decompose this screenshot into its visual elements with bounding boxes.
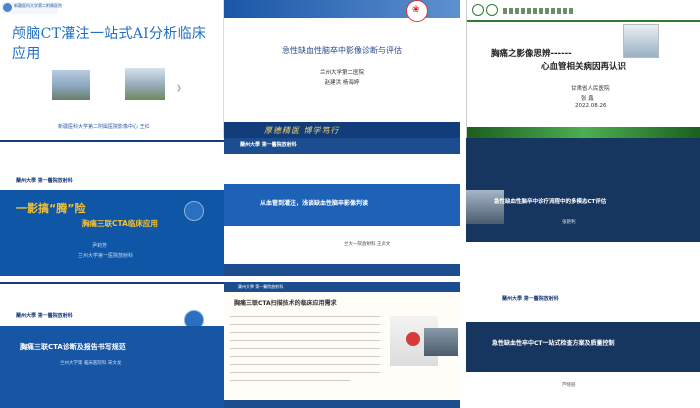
- slide-footer-band: [224, 122, 460, 138]
- slide-title: 颅脑CT灌注一站式AI分析临床应用: [12, 26, 207, 62]
- slide-author: 张艳利: [562, 220, 576, 225]
- slide-title: 急性缺血性脑卒中影像诊断与评估: [282, 46, 402, 55]
- slide-footer-band: [224, 264, 460, 276]
- heart-icon: [406, 332, 420, 346]
- text-line: [230, 324, 380, 325]
- video-conference-gallery: 新疆医科大学第二附属医院 颅脑CT灌注一站式AI分析临床应用 ❯ 新疆医科大学第…: [0, 0, 700, 408]
- slide-title-line1: 胸痛之影像思辨------: [491, 49, 572, 59]
- participant-tile-8[interactable]: 蘭州大學 第一醫院放射科 胸痛三联CTA扫描技术的临床应用需求: [224, 282, 460, 408]
- participant-tile-7[interactable]: 蘭州大學 第一醫院放射科 胸痛三联CTA诊断及报告书写规范 兰州大学第 临床医院…: [0, 282, 224, 408]
- slide-title: 胸痛三联CTA诊断及报告书写规范: [20, 343, 126, 351]
- participant-tile-3[interactable]: 胸痛之影像思辨------ 心血管相关病因再认识 甘肃省人民医院 张 鑫 202…: [466, 0, 700, 138]
- arrow-right-icon: ❯: [176, 84, 182, 92]
- slide-author: 兰州大学第 临床医院科 宋文龙: [60, 361, 122, 366]
- participant-tile-4[interactable]: 蘭州大學 第一醫院放射科 一影搞“腾”险 胸痛三联CTA临床应用 尹莉芳 兰州大…: [0, 140, 224, 276]
- slide-authors: 赵建洪 杨海婷: [324, 80, 360, 86]
- department-logo: 蘭州大學 第一醫院放射科: [16, 178, 73, 184]
- slide-footer-band: [224, 400, 460, 408]
- text-line: [230, 364, 380, 365]
- slide-header: [0, 282, 224, 304]
- university-emblem-icon: ❀: [406, 0, 428, 22]
- participant-tile-6[interactable]: 急性缺血性脑卒中诊疗流程中的多模态CT评估 张艳利: [466, 138, 700, 276]
- slide-subtitle: 胸痛三联CTA临床应用: [82, 219, 158, 228]
- slide-title-band: [466, 322, 700, 372]
- slide-footer-band: [467, 127, 700, 138]
- text-line: [230, 372, 380, 373]
- header-decoration: [503, 8, 573, 14]
- department-logo: 蘭州大學 第一醫院放射科: [238, 284, 284, 289]
- decor-circle-icon: [184, 201, 204, 221]
- participant-tile-5[interactable]: 蘭州大學 第一醫院放射科 从血管到灌注，浅谈缺血性脑卒影像判读 兰大一院放射科 …: [224, 138, 460, 276]
- slide-motto: 厚德精医 博学笃行: [264, 126, 340, 135]
- text-line: [230, 348, 380, 349]
- slide-institution: 甘肃省人民医院: [571, 86, 610, 92]
- text-line: [230, 316, 380, 317]
- slide-title-line2: 心血管相关病因再认识: [541, 62, 627, 72]
- hospital-emblem-icon: [3, 3, 12, 12]
- slide-author: 兰大一院放射科 王贞文: [344, 242, 391, 247]
- text-line: [230, 332, 380, 333]
- hospital-logo: 新疆医科大学第二附属医院: [2, 2, 62, 14]
- participant-tile-2[interactable]: ❀ 急性缺血性脑卒中影像诊断与评估 兰州大学第二医院 赵建洪 杨海婷 厚德精医 …: [224, 0, 460, 138]
- logo-text: 新疆医科大学第二附属医院: [14, 3, 62, 8]
- speaker-video: [466, 190, 504, 224]
- speaker-video: [424, 328, 458, 356]
- department-logo: 蘭州大學 第一醫院放射科: [502, 296, 559, 302]
- emblem-icon: [472, 4, 484, 16]
- slide-title-band: [0, 326, 224, 408]
- department-logo: 蘭州大學 第一醫院放射科: [240, 142, 297, 148]
- slide-author: 尹莉芳: [92, 243, 108, 249]
- speaker-video: [623, 24, 659, 58]
- slide-title: 从血管到灌注，浅谈缺血性脑卒影像判读: [260, 200, 369, 207]
- slide-date: 2022.08.26: [575, 103, 607, 109]
- emblem-icon: [486, 4, 498, 16]
- slide-title: 急性缺血性脑卒中诊疗流程中的多模态CT评估: [494, 199, 607, 205]
- slide-title: 急性缺血性卒中CT一站式检查方案及质量控制: [492, 340, 615, 347]
- text-line: [230, 340, 380, 341]
- text-line: [230, 380, 350, 381]
- participant-tile-9[interactable]: 蘭州大學 第一醫院放射科 急性缺血性卒中CT一站式检查方案及质量控制 芦晓丽: [466, 282, 700, 408]
- participant-tile-1[interactable]: 新疆医科大学第二附属医院 颅脑CT灌注一站式AI分析临床应用 ❯ 新疆医科大学第…: [0, 0, 224, 138]
- slide-header: [467, 0, 700, 22]
- text-line: [230, 356, 380, 357]
- slide-author: 张 鑫: [581, 96, 594, 102]
- slide-author: 芦晓丽: [562, 383, 576, 388]
- department-logo: 蘭州大學 第一醫院放射科: [16, 313, 73, 319]
- building-photo-right: [125, 68, 165, 100]
- slide-footer: 新疆医科大学第二附属医院影像中心 王红: [58, 124, 150, 130]
- building-photo-left: [52, 70, 90, 100]
- slide-title: 胸痛三联CTA扫描技术的临床应用需求: [234, 300, 337, 307]
- slide-title: 一影搞“腾”险: [16, 202, 86, 215]
- slide-institution: 兰州大学第一医院放射科: [78, 253, 134, 259]
- header-rule: [0, 140, 224, 142]
- slide-institution: 兰州大学第二医院: [319, 70, 364, 76]
